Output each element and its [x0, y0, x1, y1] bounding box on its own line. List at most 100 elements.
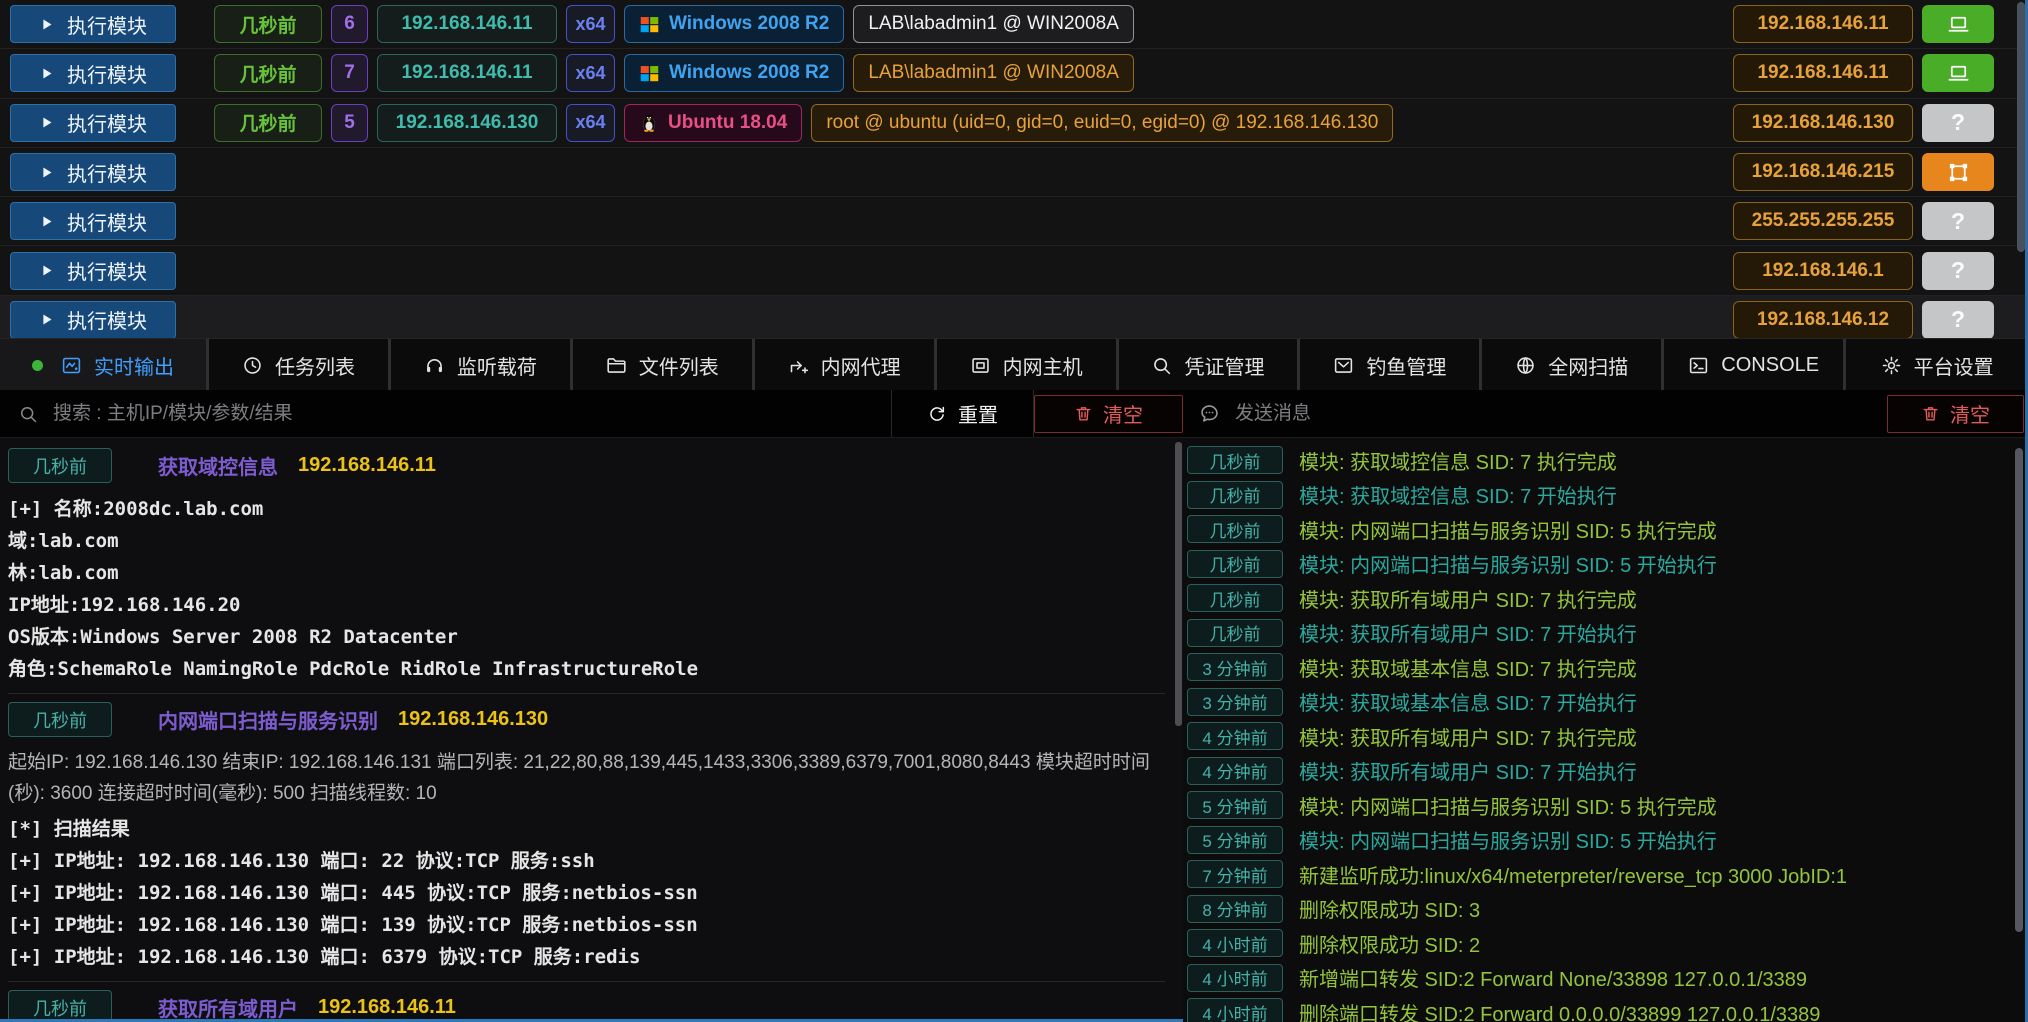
execute-module-button[interactable]: 执行模块: [10, 5, 176, 43]
tab-label: CONSOLE: [1721, 354, 1819, 377]
message-time-badge: 4 小时前: [1187, 929, 1283, 957]
host-status-button[interactable]: [1922, 153, 1994, 191]
host-ip-badge: 192.168.146.130: [1733, 104, 1913, 142]
execute-module-button[interactable]: 执行模块: [10, 104, 176, 142]
realtime-icon: [61, 355, 82, 376]
message-time-badge: 4 小时前: [1187, 964, 1283, 992]
files-icon: [606, 355, 627, 376]
message-row: 8 分钟前删除权限成功 SID: 3: [1185, 895, 2028, 923]
send-message-input[interactable]: [1233, 402, 1887, 426]
execute-module-button[interactable]: 执行模块: [10, 54, 176, 92]
tab-label: 内网代理: [821, 351, 901, 380]
output-entry-header: 几秒前获取所有域用户192.168.146.11: [8, 990, 1165, 1022]
message-row: 4 分钟前模块: 获取所有域用户 SID: 7 执行完成: [1185, 722, 2028, 750]
execute-module-button[interactable]: 执行模块: [10, 252, 176, 290]
clear-output-button[interactable]: 清空: [1034, 395, 1183, 433]
log-line: 域:lab.com: [8, 525, 1165, 557]
entry-params: 起始IP: 192.168.146.130 结束IP: 192.168.146.…: [8, 747, 1165, 809]
session-info: 几秒前5192.168.146.130x64Ubuntu 18.04root @…: [214, 104, 1393, 142]
tab-label: 全网扫描: [1548, 351, 1628, 380]
message-text: 模块: 内网端口扫描与服务识别 SID: 5 开始执行: [1299, 825, 1717, 854]
message-text: 删除权限成功 SID: 3: [1299, 894, 1480, 923]
tab-listener-payload[interactable]: 监听载荷: [391, 339, 573, 391]
session-row: 执行模块 255.255.255.255?: [0, 197, 2028, 246]
message-box: [1183, 390, 1887, 437]
message-time-badge: 4 分钟前: [1187, 722, 1283, 750]
messages-scrollbar[interactable]: [2015, 448, 2023, 932]
tab-network-scan[interactable]: 全网扫描: [1482, 339, 1664, 391]
tab-realtime-output[interactable]: 实时输出: [0, 339, 209, 391]
entry-module-name: 获取所有域用户: [158, 993, 298, 1022]
output-scrollbar[interactable]: [1175, 442, 1182, 726]
host-ip-badge: 255.255.255.255: [1733, 202, 1913, 240]
tab-credentials[interactable]: 凭证管理: [1119, 339, 1301, 391]
message-text: 模块: 内网端口扫描与服务识别 SID: 5 执行完成: [1299, 515, 1717, 544]
question-icon: ?: [1951, 306, 1965, 333]
message-text: 模块: 内网端口扫描与服务识别 SID: 5 开始执行: [1299, 549, 1717, 578]
execute-module-button[interactable]: 执行模块: [10, 153, 176, 191]
question-icon: ?: [1951, 257, 1965, 284]
sessions-scrollbar[interactable]: [2017, 2, 2025, 252]
message-row: 几秒前模块: 获取所有域用户 SID: 7 开始执行: [1185, 619, 2028, 647]
execute-module-button[interactable]: 执行模块: [10, 202, 176, 240]
message-row: 4 小时前删除权限成功 SID: 2: [1185, 929, 2028, 957]
execute-module-label: 执行模块: [67, 10, 147, 39]
host-status-button[interactable]: ?: [1922, 301, 1994, 338]
play-icon: [39, 17, 54, 32]
log-line: IP地址:192.168.146.20: [8, 589, 1165, 621]
tab-file-list[interactable]: 文件列表: [573, 339, 755, 391]
message-row: 4 分钟前模块: 获取所有域用户 SID: 7 开始执行: [1185, 757, 2028, 785]
tab-label: 内网主机: [1003, 351, 1083, 380]
entry-time-badge: 几秒前: [8, 990, 112, 1022]
search-input[interactable]: [51, 402, 891, 426]
session-user-badge: LAB\labadmin1 @ WIN2008A: [853, 5, 1134, 43]
tab-phishing[interactable]: 钓鱼管理: [1300, 339, 1482, 391]
tab-platform-settings[interactable]: 平台设置: [1846, 339, 2028, 391]
message-row: 几秒前模块: 获取域控信息 SID: 7 执行完成: [1185, 446, 2028, 474]
session-row: 执行模块几秒前6192.168.146.11x64Windows 2008 R2…: [0, 0, 2028, 49]
host-status-button[interactable]: ?: [1922, 252, 1994, 290]
tab-label: 平台设置: [1914, 351, 1994, 380]
question-icon: ?: [1951, 208, 1965, 235]
message-time-badge: 5 分钟前: [1187, 826, 1283, 854]
arch-badge: x64: [566, 5, 615, 43]
arch-badge: x64: [566, 54, 615, 92]
host-status-button[interactable]: ?: [1922, 104, 1994, 142]
host-status-button[interactable]: [1922, 5, 1994, 43]
session-list: 执行模块几秒前6192.168.146.11x64Windows 2008 R2…: [0, 0, 2028, 338]
host-status-button[interactable]: [1922, 54, 1994, 92]
session-row: 执行模块192.168.146.12?: [0, 296, 2028, 338]
c2-platform-app: 执行模块几秒前6192.168.146.11x64Windows 2008 R2…: [0, 0, 2028, 1022]
clear-messages-button[interactable]: 清空: [1887, 395, 2024, 433]
host-ip-badge: 192.168.146.1: [1733, 252, 1913, 290]
execute-module-label: 执行模块: [67, 256, 147, 285]
log-line: [+] IP地址: 192.168.146.130 端口: 6379 协议:TC…: [8, 941, 1165, 973]
tab-console[interactable]: CONSOLE: [1664, 339, 1846, 391]
tab-label: 实时输出: [94, 351, 174, 380]
hosts-icon: [970, 355, 991, 376]
tasks-icon: [242, 355, 263, 376]
message-row: 几秒前模块: 获取域控信息 SID: 7 开始执行: [1185, 481, 2028, 509]
reset-button[interactable]: 重置: [892, 390, 1034, 437]
execute-module-button[interactable]: 执行模块: [10, 301, 176, 338]
message-row: 几秒前模块: 获取所有域用户 SID: 7 执行完成: [1185, 584, 2028, 612]
tab-label: 监听载荷: [457, 351, 537, 380]
play-icon: [39, 115, 54, 130]
message-text: 模块: 获取所有域用户 SID: 7 开始执行: [1299, 756, 1637, 785]
tab-intranet-proxy[interactable]: 内网代理: [755, 339, 937, 391]
reset-button-label: 重置: [958, 399, 998, 428]
log-line: OS版本:Windows Server 2008 R2 Datacenter: [8, 621, 1165, 653]
session-user-badge: root @ ubuntu (uid=0, gid=0, euid=0, egi…: [811, 104, 1393, 142]
host-status-button[interactable]: ?: [1922, 202, 1994, 240]
message-time-badge: 几秒前: [1187, 481, 1283, 509]
tab-label: 文件列表: [639, 351, 719, 380]
host-cluster: 192.168.146.11: [1733, 5, 1994, 43]
host-cluster: 192.168.146.130?: [1733, 104, 1994, 142]
os-label: Ubuntu 18.04: [668, 112, 787, 134]
tab-task-list[interactable]: 任务列表: [209, 339, 391, 391]
play-icon: [39, 66, 54, 81]
message-time-badge: 几秒前: [1187, 515, 1283, 543]
chat-bubble-icon: [1199, 403, 1220, 424]
execute-module-label: 执行模块: [67, 207, 147, 236]
tab-intranet-hosts[interactable]: 内网主机: [937, 339, 1119, 391]
